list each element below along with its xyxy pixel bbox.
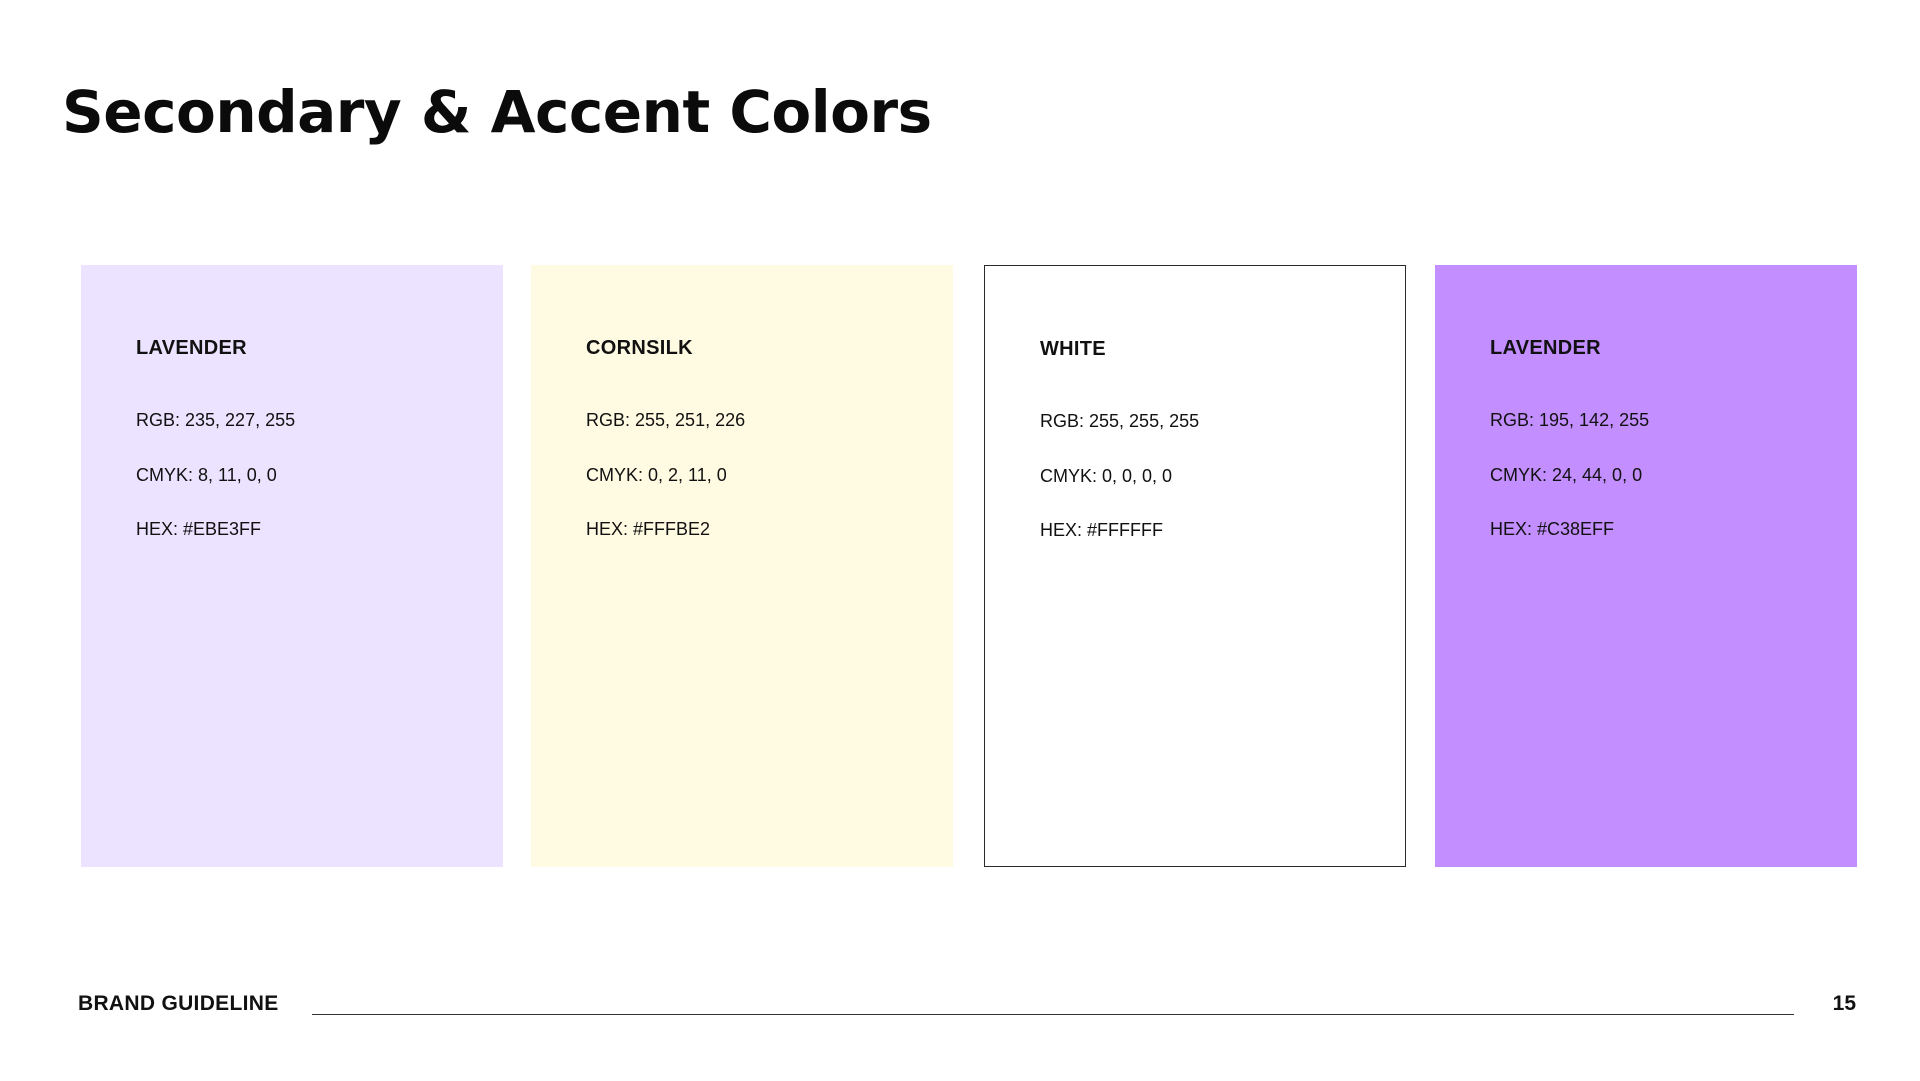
swatch-rgb: RGB: 255, 255, 255 [1040, 411, 1200, 431]
swatch-hex: HEX: #EBE3FF [136, 519, 262, 539]
swatch-name: CORNSILK [586, 337, 693, 359]
swatch-card-cornsilk: CORNSILK RGB: 255, 251, 226 CMYK: 0, 2, … [531, 265, 953, 867]
swatch-hex: HEX: #FFFBE2 [586, 519, 711, 539]
swatch-name: WHITE [1040, 338, 1106, 360]
swatch-name: LAVENDER [1490, 337, 1601, 359]
swatch-hex: HEX: #FFFFFF [1040, 520, 1163, 540]
swatch-rgb: RGB: 235, 227, 255 [136, 410, 296, 430]
page-number: 15 [1832, 992, 1856, 1015]
footer-divider [312, 1014, 1794, 1015]
swatch-cmyk: CMYK: 8, 11, 0, 0 [136, 465, 277, 485]
swatch-cmyk: CMYK: 0, 2, 11, 0 [586, 465, 727, 485]
swatch-card-white: WHITE RGB: 255, 255, 255 CMYK: 0, 0, 0, … [984, 265, 1406, 867]
swatch-cmyk: CMYK: 0, 0, 0, 0 [1040, 466, 1173, 486]
footer-brand-label: BRAND GUIDELINE [78, 992, 279, 1015]
swatch-card-lavender-light: LAVENDER RGB: 235, 227, 255 CMYK: 8, 11,… [81, 265, 503, 867]
page-title: Secondary & Accent Colors [62, 78, 932, 146]
swatch-rgb: RGB: 195, 142, 255 [1490, 410, 1650, 430]
swatch-card-lavender-accent: LAVENDER RGB: 195, 142, 255 CMYK: 24, 44… [1435, 265, 1857, 867]
swatch-name: LAVENDER [136, 337, 247, 359]
swatch-hex: HEX: #C38EFF [1490, 519, 1615, 539]
swatch-cmyk: CMYK: 24, 44, 0, 0 [1490, 465, 1643, 485]
swatch-rgb: RGB: 255, 251, 226 [586, 410, 746, 430]
